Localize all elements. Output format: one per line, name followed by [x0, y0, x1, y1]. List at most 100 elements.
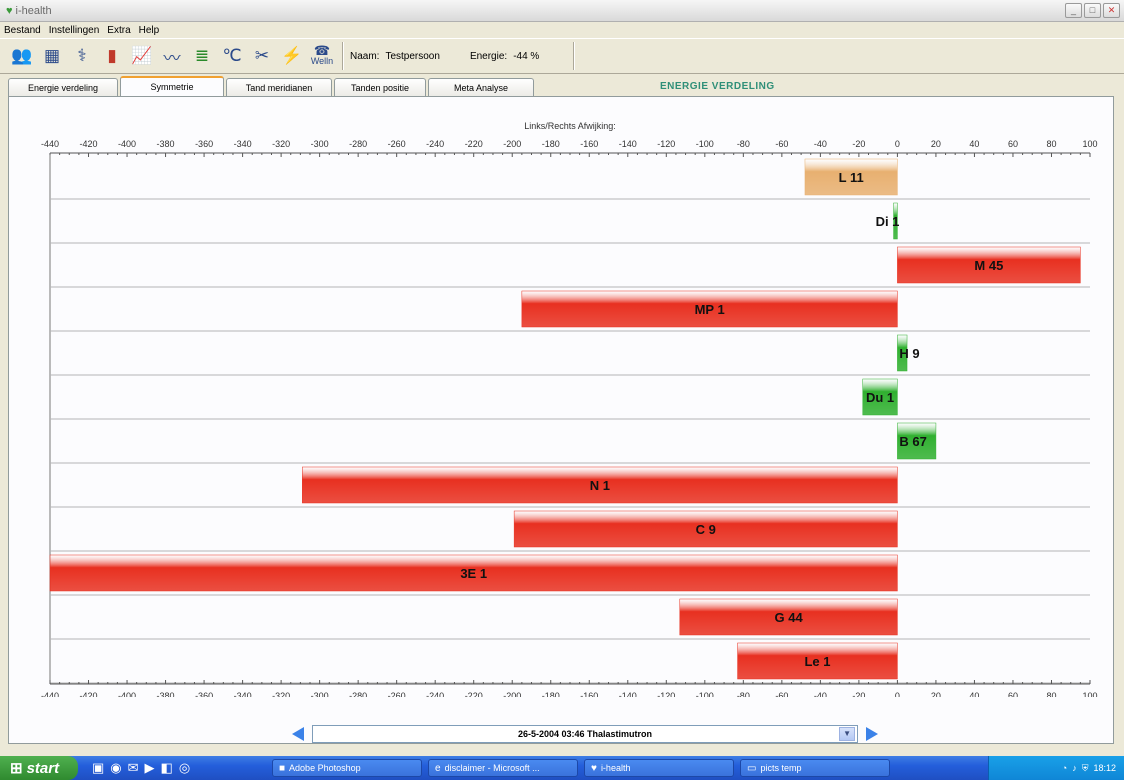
bar-label: Di 1	[876, 214, 900, 229]
taskbar: ⊞ start ▣ ◉ ✉ ▶ ◧ ◎ ■ Adobe Photoshop e …	[0, 756, 1124, 780]
tick-label: -340	[234, 691, 252, 697]
tick-label: -60	[775, 691, 788, 697]
tick-label: 0	[895, 139, 900, 149]
tick-label: -280	[349, 691, 367, 697]
tick-label: -160	[580, 691, 598, 697]
tick-label: -140	[619, 691, 637, 697]
task-disclaimer[interactable]: e disclaimer - Microsoft ...	[428, 759, 578, 777]
tick-label: -200	[503, 691, 521, 697]
folder-icon: ▭	[747, 762, 757, 774]
tick-label: 20	[931, 139, 941, 149]
tick-label: -300	[311, 691, 329, 697]
tick-label: -60	[775, 139, 788, 149]
menu-bar: Bestand Instellingen Extra Help	[0, 22, 1124, 38]
grid-icon[interactable]: ▦	[38, 42, 66, 70]
tick-label: -280	[349, 139, 367, 149]
mail-icon[interactable]: ✉	[128, 760, 139, 776]
wave-chart-icon[interactable]: 〰	[158, 42, 186, 70]
bar-label: Du 1	[866, 390, 894, 405]
line-chart-icon[interactable]: 📈	[128, 42, 156, 70]
minimize-button[interactable]: _	[1065, 3, 1082, 18]
tab-meta-analyse[interactable]: Meta Analyse	[428, 78, 534, 96]
chevron-down-icon[interactable]: ▼	[839, 727, 856, 741]
bar-chart-icon[interactable]: ▮	[98, 42, 126, 70]
tick-label: -20	[852, 691, 865, 697]
toolbar: 👥 ▦ ⚕ ▮ 📈 〰 ≣ ℃ ✂ ⚡ ☎ Welln Naam: Testper…	[0, 38, 1124, 74]
people-icon[interactable]: 👥	[8, 42, 36, 70]
start-button[interactable]: ⊞ start	[0, 756, 78, 780]
tick-label: -380	[157, 691, 175, 697]
explorer-icon[interactable]: ◧	[161, 760, 173, 776]
tick-label: -380	[157, 139, 175, 149]
bar-label: M 45	[974, 258, 1003, 273]
session-select[interactable]: 26-5-2004 03:46 Thalastimutron ▼	[311, 725, 859, 743]
tick-label: -180	[542, 691, 560, 697]
tab-tand-meridianen[interactable]: Tand meridianen	[226, 78, 332, 96]
browser-icon[interactable]: ◉	[110, 760, 121, 776]
temperature-icon[interactable]: ℃	[218, 42, 246, 70]
menu-extra[interactable]: Extra	[107, 25, 130, 36]
tab-tanden-positie[interactable]: Tanden positie	[334, 78, 426, 96]
tick-label: -200	[503, 139, 521, 149]
tick-label: -40	[814, 139, 827, 149]
task-picts-temp[interactable]: ▭ picts temp	[740, 759, 890, 777]
symmetry-chart: Links/Rechts Afwijking: -440 -420 -400 -380…	[41, 121, 1098, 697]
tab-energie-verdeling[interactable]: Energie verdeling	[8, 78, 118, 96]
tick-label: 80	[1046, 691, 1056, 697]
tick-label: -80	[737, 139, 750, 149]
menu-help[interactable]: Help	[139, 25, 160, 36]
tab-strip: Energie verdeling Symmetrie Tand meridia…	[8, 76, 536, 96]
menu-instellingen[interactable]: Instellingen	[49, 25, 100, 36]
tick-label: -260	[388, 139, 406, 149]
welln-icon: ☎	[313, 43, 331, 58]
session-selected: 26-5-2004 03:46 Thalastimutron	[517, 729, 653, 739]
arrow-right-icon[interactable]	[864, 725, 880, 743]
welln-label: Welln	[310, 56, 334, 66]
close-button[interactable]: ✕	[1103, 3, 1120, 18]
task-i-health[interactable]: ♥ i-health	[584, 759, 734, 777]
chart-title: Links/Rechts Afwijking:	[524, 121, 616, 131]
window-titlebar: ♥ i-health _ □ ✕	[0, 0, 1124, 22]
bar-label: MP 1	[695, 302, 725, 317]
x-axis-top: -440 -420 -400 -380 -360 -340 -320 -300 -280 -260…	[41, 139, 1098, 157]
tick-label: -100	[696, 139, 714, 149]
tab-symmetrie[interactable]: Symmetrie	[120, 76, 224, 96]
tooth-icon[interactable]: ⚕	[68, 42, 96, 70]
window-title: i-health	[15, 4, 52, 17]
tick-label: 100	[1082, 139, 1097, 149]
window-controls: _ □ ✕	[1065, 3, 1120, 18]
task-label: picts temp	[760, 763, 802, 773]
scissors-icon[interactable]: ✂	[248, 42, 276, 70]
tick-label: 0	[895, 691, 900, 697]
globe-icon[interactable]: ◎	[179, 760, 190, 776]
security-icon[interactable]: ⛨	[1082, 763, 1089, 774]
media-icon[interactable]: ▶	[145, 760, 155, 776]
tick-label: 80	[1046, 139, 1056, 149]
quick-launch: ▣ ◉ ✉ ▶ ◧ ◎	[92, 760, 272, 776]
desktop-icon[interactable]: ▣	[92, 760, 104, 776]
tick-label: -220	[465, 691, 483, 697]
network-icon[interactable]: ◔	[1062, 763, 1067, 773]
equalizer-icon[interactable]: ≣	[188, 42, 216, 70]
clock: 18:12	[1093, 763, 1116, 773]
menu-bestand[interactable]: Bestand	[4, 25, 41, 36]
tick-label: -260	[388, 691, 406, 697]
tick-label: 100	[1082, 691, 1097, 697]
name-field: Naam: Testpersoon	[350, 51, 440, 62]
volume-icon[interactable]: ♪	[1072, 763, 1077, 773]
bar-label: 3E 1	[460, 566, 487, 581]
tick-label: 60	[1008, 139, 1018, 149]
energy-label: Energie:	[469, 50, 508, 62]
tick-label: -440	[41, 691, 59, 697]
maximize-button[interactable]: □	[1084, 3, 1101, 18]
task-adobe-photoshop[interactable]: ■ Adobe Photoshop	[272, 759, 422, 777]
signal-icon[interactable]: ⚡	[278, 42, 306, 70]
arrow-left-icon[interactable]	[290, 725, 306, 743]
tick-label: -340	[234, 139, 252, 149]
toolbar-separator	[342, 42, 344, 70]
bar-label: Le 1	[804, 654, 830, 669]
welln-button[interactable]: ☎ Welln	[308, 42, 336, 70]
tick-label: -400	[118, 139, 136, 149]
photoshop-icon: ■	[279, 762, 286, 774]
tick-label: -400	[118, 691, 136, 697]
